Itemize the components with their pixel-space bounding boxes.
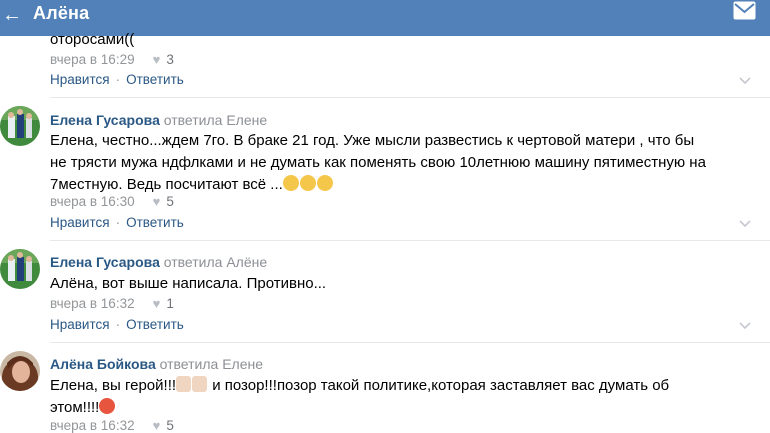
like-count: 5 (166, 418, 174, 433)
author-name[interactable]: Алёна Бойкова (50, 356, 156, 372)
angry-emoji-icon (99, 398, 116, 414)
comment-meta: вчера в 16:32 ♥ 5 (50, 417, 174, 433)
comment-time: вчера в 16:30 (50, 194, 135, 209)
like-link[interactable]: Нравится (50, 317, 110, 332)
like-count: 3 (166, 52, 174, 67)
comment-time: вчера в 16:32 (50, 296, 135, 311)
chevron-down-icon[interactable] (739, 322, 751, 330)
comment-header: Елена Гусарова ответила Елене (50, 111, 267, 129)
thumbs-up-icon (192, 376, 208, 392)
comment-text-line-part: Елена, вы герой!!! (50, 377, 177, 394)
heart-icon: ♥ (152, 194, 161, 209)
replied-to[interactable]: ответила Алёне (164, 254, 267, 270)
thumbs-up-icon (176, 376, 192, 392)
chevron-down-icon[interactable] (739, 77, 751, 85)
reply-link[interactable]: Ответить (126, 215, 184, 230)
comment-text-line: этом!!!! (50, 397, 760, 419)
separator-dot: · (115, 215, 121, 230)
comment-meta: вчера в 16:29 ♥ 3 (50, 51, 174, 69)
separator-dot: · (115, 72, 121, 87)
comment-text: Елена, честно...ждем 7го. В браке 21 год… (50, 130, 760, 196)
author-name[interactable]: Елена Гусарова (50, 254, 160, 270)
chevron-down-icon[interactable] (739, 220, 751, 228)
comment-text: Елена, вы герой!!! и позор!!!позор такой… (50, 375, 760, 419)
comment-actions: Нравится · Ответить (50, 316, 184, 334)
comment-text-line: Елена, вы герой!!! и позор!!!позор такой… (50, 375, 760, 397)
replied-to[interactable]: ответила Елене (160, 356, 263, 372)
comment-actions: Нравится · Ответить (50, 71, 184, 89)
like-link[interactable]: Нравится (50, 72, 110, 87)
comment-text: оторосами(( (50, 31, 135, 48)
back-arrow-icon[interactable]: ← (2, 0, 22, 30)
avatar[interactable] (0, 106, 40, 146)
sad-emoji-icon (316, 175, 333, 191)
comment-text-line-part: и позор!!!позор такой политике,которая з… (208, 377, 670, 394)
replied-to[interactable]: ответила Елене (164, 112, 267, 128)
divider (50, 240, 770, 241)
comment-time: вчера в 16:32 (50, 418, 135, 433)
sad-emoji-icon (282, 175, 299, 191)
mail-icon[interactable] (733, 1, 756, 20)
sad-emoji-icon (299, 175, 316, 191)
author-name[interactable]: Елена Гусарова (50, 112, 160, 128)
heart-icon: ♥ (152, 52, 161, 67)
heart-icon: ♥ (152, 296, 161, 311)
like-count: 5 (166, 194, 174, 209)
comment-text-line: Елена, честно...ждем 7го. В браке 21 год… (50, 132, 695, 149)
heart-icon: ♥ (152, 418, 161, 433)
comment-header: Елена Гусарова ответила Алёне (50, 253, 267, 271)
like-link[interactable]: Нравится (50, 215, 110, 230)
like-count: 1 (166, 296, 174, 311)
page-title: Алёна (33, 3, 90, 23)
comment-meta: вчера в 16:32 ♥ 1 (50, 295, 174, 313)
reply-link[interactable]: Ответить (126, 72, 184, 87)
avatar[interactable] (0, 249, 40, 289)
avatar[interactable] (0, 351, 40, 391)
comment-text-line: не трясти мужа ндфлками и не думать как … (50, 154, 706, 171)
divider (50, 342, 770, 343)
comment-meta: вчера в 16:30 ♥ 5 (50, 193, 174, 211)
comment-time: вчера в 16:29 (50, 52, 135, 67)
comment-text-line-part: этом!!!! (50, 399, 100, 416)
reply-link[interactable]: Ответить (126, 317, 184, 332)
comment-text: Алёна, вот выше написала. Противно... (50, 275, 327, 292)
comment-text-line-part: 7местную. Ведь посчитают всё ... (50, 176, 283, 193)
comment-actions: Нравится · Ответить (50, 214, 184, 232)
separator-dot: · (115, 317, 121, 332)
comment-header: Алёна Бойкова ответила Елене (50, 355, 263, 373)
divider (50, 97, 770, 98)
